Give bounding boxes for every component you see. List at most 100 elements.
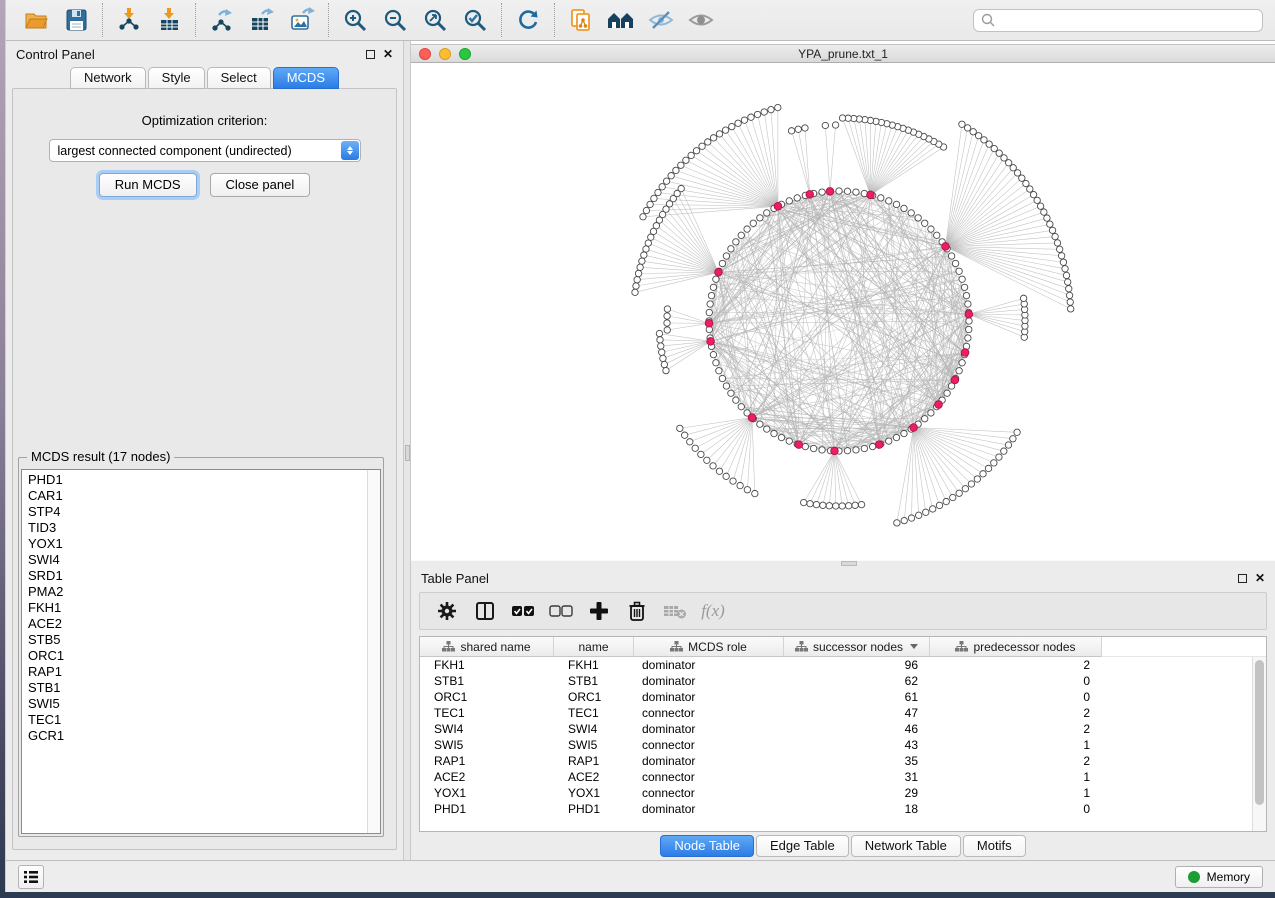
graph-node[interactable] — [640, 214, 646, 220]
graph-node[interactable] — [996, 454, 1002, 460]
graph-node[interactable] — [928, 410, 934, 416]
graph-node[interactable] — [810, 445, 816, 451]
graph-node[interactable] — [723, 473, 729, 479]
table-cell[interactable]: SWI5 — [420, 738, 554, 752]
mcds-hub-node[interactable] — [965, 310, 973, 318]
graph-node[interactable] — [771, 430, 777, 436]
graph-node[interactable] — [661, 361, 667, 367]
graph-node[interactable] — [633, 283, 639, 289]
graph-node[interactable] — [1060, 259, 1066, 265]
save-session-button[interactable] — [56, 2, 96, 38]
splitter-grip[interactable] — [405, 445, 410, 461]
graph-node[interactable] — [965, 335, 971, 341]
graph-node[interactable] — [858, 501, 864, 507]
graph-node[interactable] — [959, 360, 965, 366]
graph-node[interactable] — [1067, 299, 1073, 305]
graph-node[interactable] — [738, 232, 744, 238]
graph-node[interactable] — [961, 284, 967, 290]
graph-node[interactable] — [956, 490, 962, 496]
graph-node[interactable] — [632, 289, 638, 295]
graph-node[interactable] — [643, 207, 649, 213]
graph-node[interactable] — [764, 210, 770, 216]
graph-node[interactable] — [699, 143, 705, 149]
graph-node[interactable] — [861, 445, 867, 451]
graph-node[interactable] — [1054, 240, 1060, 246]
graph-node[interactable] — [1065, 279, 1071, 285]
table-cell[interactable]: 0 — [930, 690, 1102, 704]
mcds-hub-node[interactable] — [806, 191, 814, 199]
mcds-hub-node[interactable] — [961, 349, 969, 357]
graph-node[interactable] — [952, 260, 958, 266]
close-panel-icon[interactable]: ✕ — [383, 48, 393, 60]
graph-node[interactable] — [698, 451, 704, 457]
table-row[interactable]: STB1STB1dominator620 — [420, 673, 1266, 689]
graph-node[interactable] — [707, 301, 713, 307]
graph-node[interactable] — [845, 503, 851, 509]
table-cell[interactable]: SWI5 — [554, 738, 634, 752]
graph-node[interactable] — [716, 368, 722, 374]
graph-node[interactable] — [659, 184, 665, 190]
graph-node[interactable] — [775, 104, 781, 110]
result-node[interactable]: PHD1 — [22, 472, 380, 488]
show-all-button[interactable] — [681, 2, 721, 38]
graph-node[interactable] — [681, 432, 687, 438]
tab-motifs[interactable]: Motifs — [963, 835, 1026, 857]
graph-node[interactable] — [991, 460, 997, 466]
graph-node[interactable] — [639, 258, 645, 264]
close-panel-button[interactable]: Close panel — [210, 173, 311, 197]
graph-node[interactable] — [710, 135, 716, 141]
graph-node[interactable] — [786, 198, 792, 204]
result-node[interactable]: YOX1 — [22, 536, 380, 552]
tab-network-table[interactable]: Network Table — [851, 835, 961, 857]
select-all-button[interactable] — [504, 594, 542, 628]
graph-node[interactable] — [728, 390, 734, 396]
graph-node[interactable] — [956, 368, 962, 374]
mcds-hub-node[interactable] — [748, 414, 756, 422]
graph-node[interactable] — [1067, 306, 1073, 312]
mcds-hub-node[interactable] — [715, 269, 723, 277]
graph-node[interactable] — [943, 498, 949, 504]
memory-button[interactable]: Memory — [1175, 866, 1263, 888]
graph-node[interactable] — [713, 276, 719, 282]
delete-table-button[interactable] — [656, 594, 694, 628]
mcds-hub-node[interactable] — [910, 424, 918, 432]
result-node[interactable]: RAP1 — [22, 664, 380, 680]
mcds-hub-node[interactable] — [951, 376, 959, 384]
graph-node[interactable] — [801, 499, 807, 505]
graph-node[interactable] — [660, 355, 666, 361]
graph-node[interactable] — [706, 309, 712, 315]
graph-node[interactable] — [673, 167, 679, 173]
open-session-button[interactable] — [16, 2, 56, 38]
column-header-mcds-role[interactable]: MCDS role — [634, 637, 784, 657]
task-history-button[interactable] — [18, 865, 44, 889]
table-cell[interactable]: 0 — [930, 802, 1102, 816]
graph-node[interactable] — [915, 215, 921, 221]
graph-node[interactable] — [966, 318, 972, 324]
graph-node[interactable] — [886, 198, 892, 204]
graph-node[interactable] — [928, 226, 934, 232]
network-graph[interactable] — [411, 63, 1275, 560]
table-cell[interactable]: YOX1 — [554, 786, 634, 800]
tab-mcds[interactable]: MCDS — [273, 67, 339, 89]
graph-node[interactable] — [722, 127, 728, 133]
graph-node[interactable] — [710, 284, 716, 290]
graph-node[interactable] — [635, 270, 641, 276]
table-cell[interactable]: connector — [634, 738, 784, 752]
table-cell[interactable]: 1 — [930, 770, 1102, 784]
graph-node[interactable] — [664, 320, 670, 326]
table-cell[interactable]: STB1 — [420, 674, 554, 688]
table-cell[interactable]: 43 — [784, 738, 930, 752]
mcds-hub-node[interactable] — [826, 188, 834, 196]
graph-node[interactable] — [1052, 233, 1058, 239]
graph-node[interactable] — [1010, 436, 1016, 442]
graph-node[interactable] — [778, 434, 784, 440]
graph-node[interactable] — [965, 301, 971, 307]
create-column-button[interactable] — [580, 594, 618, 628]
result-node[interactable]: ACE2 — [22, 616, 380, 632]
table-cell[interactable]: 2 — [930, 754, 1102, 768]
table-cell[interactable]: dominator — [634, 674, 784, 688]
mcds-hub-node[interactable] — [867, 191, 875, 199]
table-cell[interactable]: connector — [634, 706, 784, 720]
table-scrollbar[interactable] — [1252, 657, 1266, 831]
graph-node[interactable] — [728, 246, 734, 252]
